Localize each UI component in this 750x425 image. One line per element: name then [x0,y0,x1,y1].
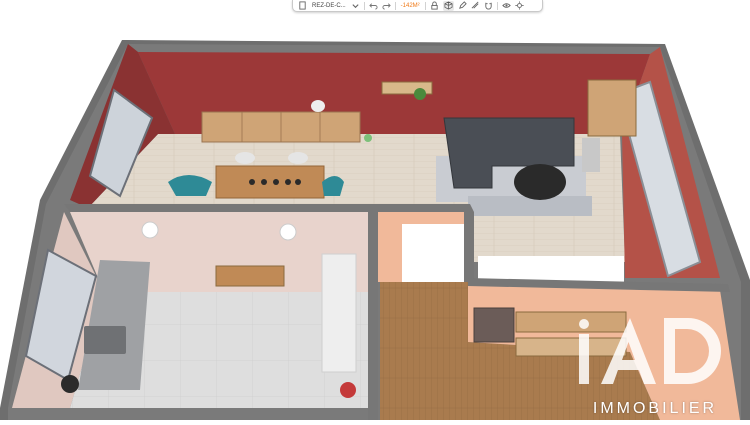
settings-icon[interactable] [515,1,524,11]
chevron-down-icon[interactable] [351,1,360,11]
tv-unit [582,138,600,172]
dining-table[interactable] [215,165,325,199]
undo-icon[interactable] [368,1,378,11]
sink [84,326,126,354]
rug [468,196,592,216]
hall-mat [473,307,515,343]
lock-icon[interactable] [430,1,439,11]
hall-door [402,224,464,282]
coffee-machine [61,375,79,393]
area-readout: -142M² [400,2,420,9]
kitchen[interactable] [12,212,368,408]
kitchen-shelf [215,265,285,287]
wall-lamp [279,223,297,241]
dining-chair [288,152,308,164]
plant-pot [364,134,372,142]
pencil-icon[interactable] [458,1,467,11]
measure-icon[interactable] [471,1,480,11]
brand-watermark: IMMOBILIER [560,304,750,420]
level-selector[interactable]: REZ-DE-C... [309,3,349,9]
editor-toolbar: REZ-DE-C... -142M² [292,0,543,12]
magnet-icon[interactable] [484,1,493,11]
pages-icon[interactable] [298,1,307,11]
stand-mixer [340,382,356,398]
fridge [321,253,357,373]
redo-icon[interactable] [382,1,391,11]
3d-view-icon[interactable] [442,0,454,11]
brand-name: IMMOBILIER [592,400,718,417]
wall-plant [414,88,426,100]
eye-icon[interactable] [501,1,511,11]
shelving-unit [587,79,637,137]
dining-chair [235,152,255,164]
coffee-table[interactable] [514,164,566,200]
hall-white-wall [478,256,624,282]
wall-lamp [141,221,159,239]
lamp [311,100,325,112]
